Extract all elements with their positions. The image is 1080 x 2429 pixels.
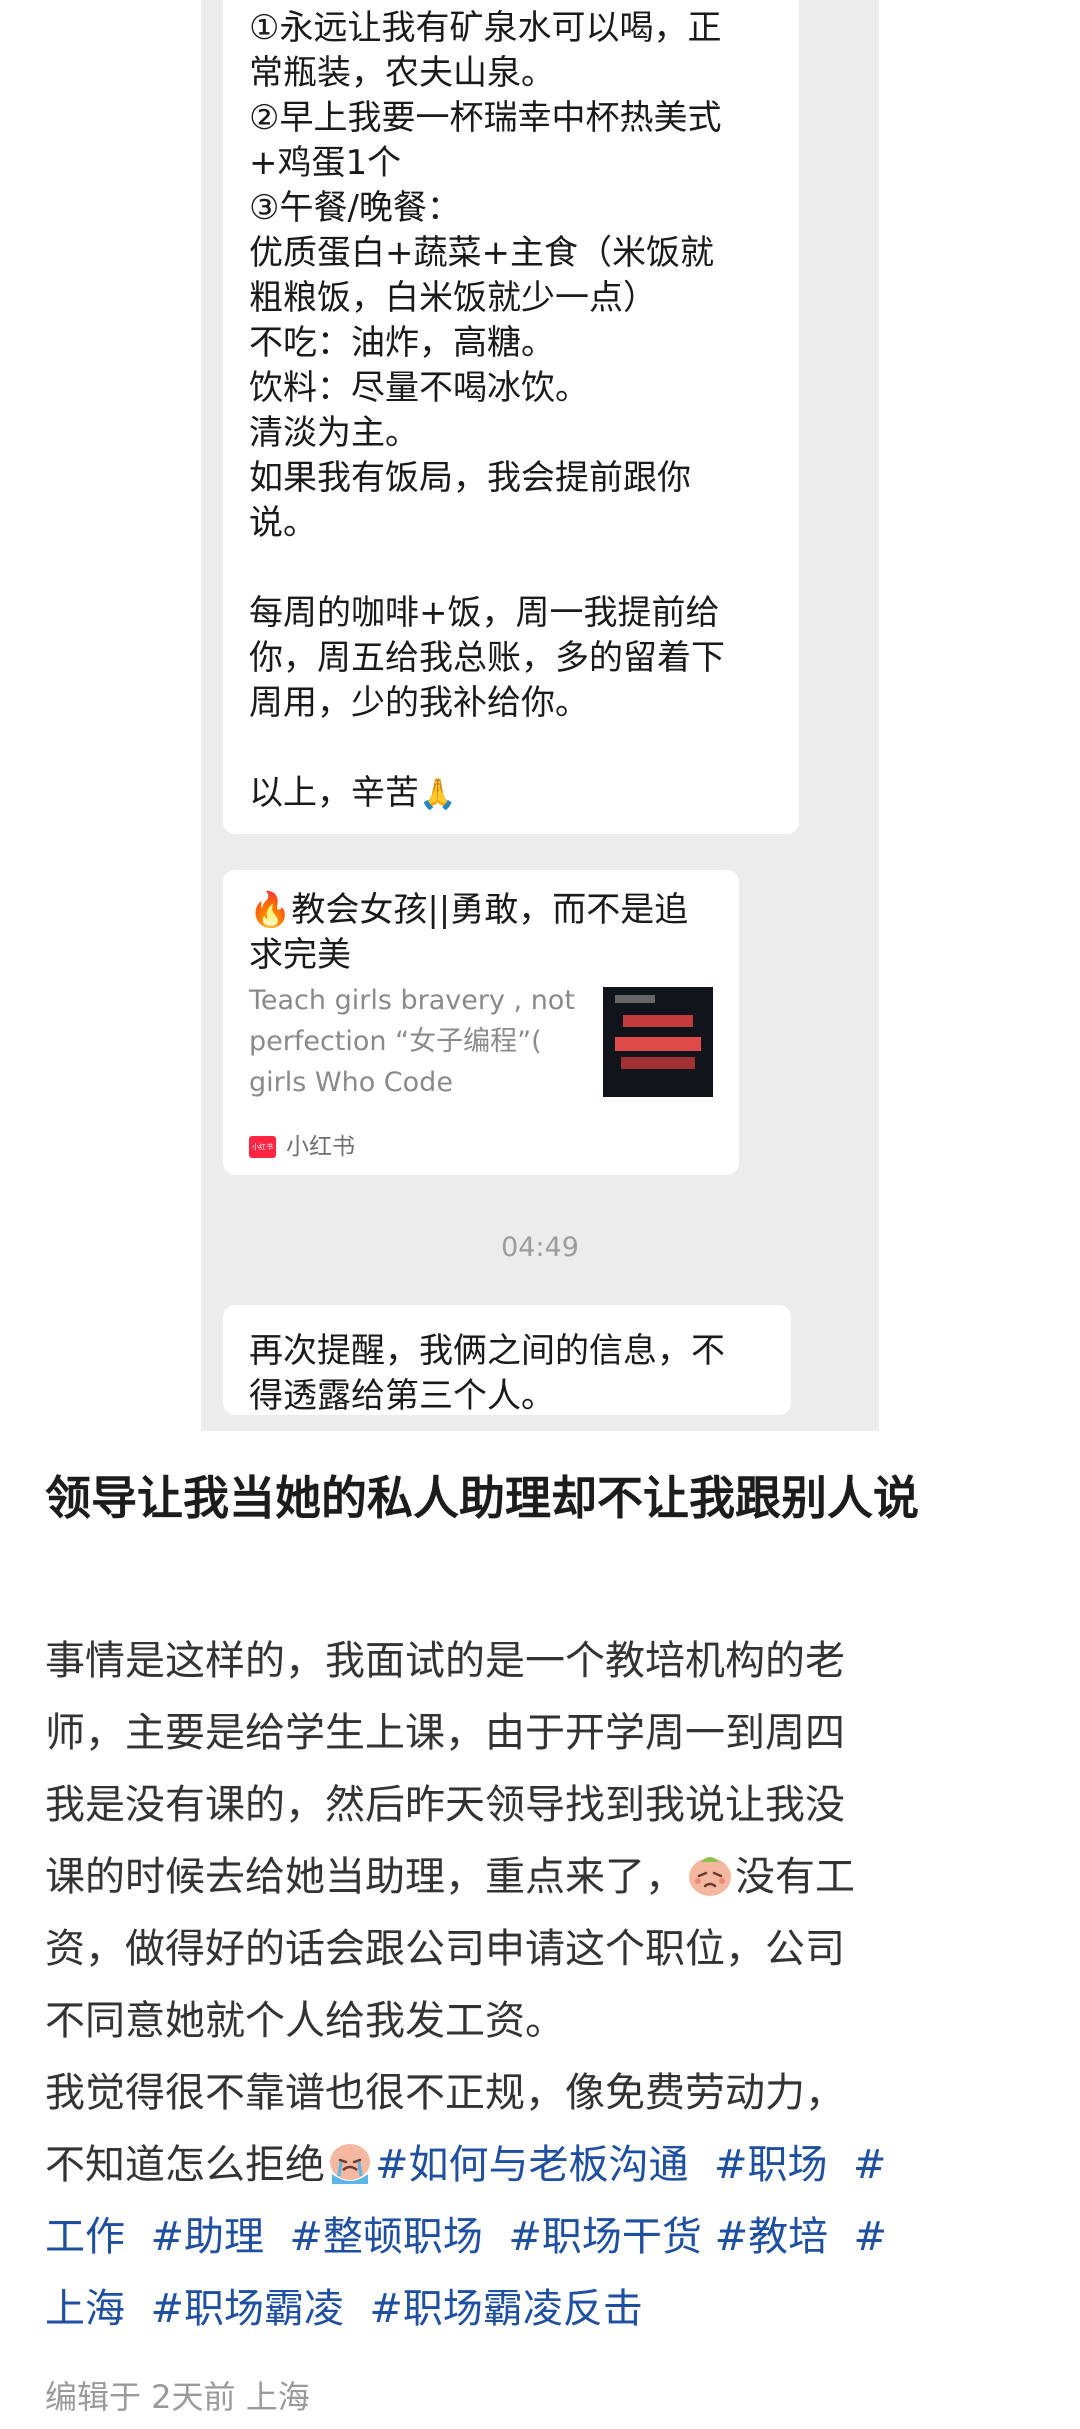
hashtag-link[interactable]: #如何与老板沟通 xyxy=(375,2142,689,2188)
card-thumbnail-image xyxy=(603,987,713,1097)
message-line: ②早上我要一杯瑞幸中杯热美式 xyxy=(249,98,722,138)
post-body-line: 我觉得很不靠谱也很不正规，像免费劳动力， xyxy=(45,2070,845,2116)
hashtag-link[interactable]: # xyxy=(854,2214,888,2260)
pray-icon: 🙏 xyxy=(419,777,457,812)
message-line-final: 以上，辛苦🙏 xyxy=(249,771,775,817)
message-line: 你，周五给我总账，多的留着下 xyxy=(249,638,725,678)
xiaohongshu-logo-icon: 小红书 xyxy=(249,1136,276,1158)
post-tags-line: 上海 #职场霸凌 #职场霸凌反击 xyxy=(45,2273,1045,2345)
hashtag-link[interactable]: 上海 xyxy=(45,2286,125,2332)
hashtag-link[interactable]: #整顿职场 xyxy=(289,2214,483,2260)
message-line: 说。 xyxy=(249,503,317,543)
message-line-text: 以上，辛苦 xyxy=(249,773,419,813)
shared-link-card[interactable]: 🔥教会女孩||勇敢，而不是追求完美 Teach girls bravery , … xyxy=(223,870,739,1175)
card-source-label: 小红书 xyxy=(286,1133,355,1160)
card-description: Teach girls bravery , not perfection “女子… xyxy=(249,985,575,1098)
message-line: +鸡蛋1个 xyxy=(249,143,402,183)
sad-face-icon xyxy=(689,1857,731,1896)
chat-bubble-reminder: 再次提醒，我俩之间的信息，不 得透露给第三个人。 xyxy=(223,1305,791,1416)
message-line-blank xyxy=(249,546,775,591)
card-source: 小红书 小红书 xyxy=(249,1132,355,1162)
chat-bubble-instructions: ①永远让我有矿泉水可以喝，正 常瓶装，农夫山泉。 ②早上我要一杯瑞幸中杯热美式 … xyxy=(223,0,799,834)
hashtag-link[interactable]: 工作 xyxy=(45,2214,125,2260)
card-title: 🔥教会女孩||勇敢，而不是追求完美 xyxy=(249,890,689,975)
message-line: 如果我有饭局，我会提前跟你 xyxy=(249,458,691,498)
chat-screenshot: ①永远让我有矿泉水可以喝，正 常瓶装，农夫山泉。 ②早上我要一杯瑞幸中杯热美式 … xyxy=(201,0,879,1431)
message-line: 每周的咖啡+饭，周一我提前给 xyxy=(249,593,720,633)
post-edit-meta: 编辑于 2天前 上海 xyxy=(45,2378,310,2416)
post-title: 领导让我当她的私人助理却不让我跟别人说 xyxy=(45,1471,919,1525)
post-body-line: 资，做得好的话会跟公司申请这个职位，公司 xyxy=(45,1926,845,1972)
post-body-text: 课的时候去给她当助理，重点来了， xyxy=(45,1854,685,1900)
message-line: 周用，少的我补给你。 xyxy=(249,683,589,723)
message-line: 常瓶装，农夫山泉。 xyxy=(249,53,555,93)
message-line: 优质蛋白+蔬菜+主食（米饭就 xyxy=(249,233,714,273)
hashtag-link[interactable]: # xyxy=(853,2142,887,2188)
message-line: 得透露给第三个人。 xyxy=(249,1376,555,1416)
hashtag-link[interactable]: #职场 xyxy=(714,2142,828,2188)
post-body-line: 不同意她就个人给我发工资。 xyxy=(45,1998,565,2044)
message-line-blank xyxy=(249,726,775,771)
hashtag-link[interactable]: #职场霸凌反击 xyxy=(369,2286,643,2332)
post-tags-line: 工作 #助理 #整顿职场 #职场干货 #教培 # xyxy=(45,2201,1045,2273)
message-line: 不吃：油炸，高糖。 xyxy=(249,323,555,363)
hashtag-link[interactable]: #教培 xyxy=(715,2214,829,2260)
message-line: 再次提醒，我俩之间的信息，不 xyxy=(249,1331,725,1371)
chat-timestamp: 04:49 xyxy=(501,1232,579,1263)
message-line: 饮料：尽量不喝冰饮。 xyxy=(249,368,589,408)
post-body: 事情是这样的，我面试的是一个教培机构的老 师，主要是给学生上课，由于开学周一到周… xyxy=(45,1625,1045,2345)
post-body-line-with-emoji: 课的时候去给她当助理，重点来了， 没有工 xyxy=(45,1841,1045,1913)
post-body-line-tags: 不知道怎么拒绝 #如何与老板沟通 #职场 # xyxy=(45,2129,1045,2201)
hashtag-link[interactable]: #助理 xyxy=(150,2214,264,2260)
hashtag-link[interactable]: #职场霸凌 xyxy=(150,2286,344,2332)
post-body-text: 不知道怎么拒绝 xyxy=(45,2142,325,2188)
hashtag-link[interactable]: #职场干货 xyxy=(508,2214,702,2260)
message-line: 粗粮饭，白米饭就少一点） xyxy=(249,278,657,318)
message-line: ③午餐/晚餐： xyxy=(249,188,461,228)
message-line: 清淡为主。 xyxy=(249,413,419,453)
post-body-line: 我是没有课的，然后昨天领导找到我说让我没 xyxy=(45,1782,845,1828)
post-body-line: 事情是这样的，我面试的是一个教培机构的老 xyxy=(45,1638,845,1684)
post-body-line: 师，主要是给学生上课，由于开学周一到周四 xyxy=(45,1710,845,1756)
crying-face-icon xyxy=(330,2144,370,2184)
message-line: ①永远让我有矿泉水可以喝，正 xyxy=(249,8,722,48)
post-body-text: 没有工 xyxy=(735,1854,855,1900)
